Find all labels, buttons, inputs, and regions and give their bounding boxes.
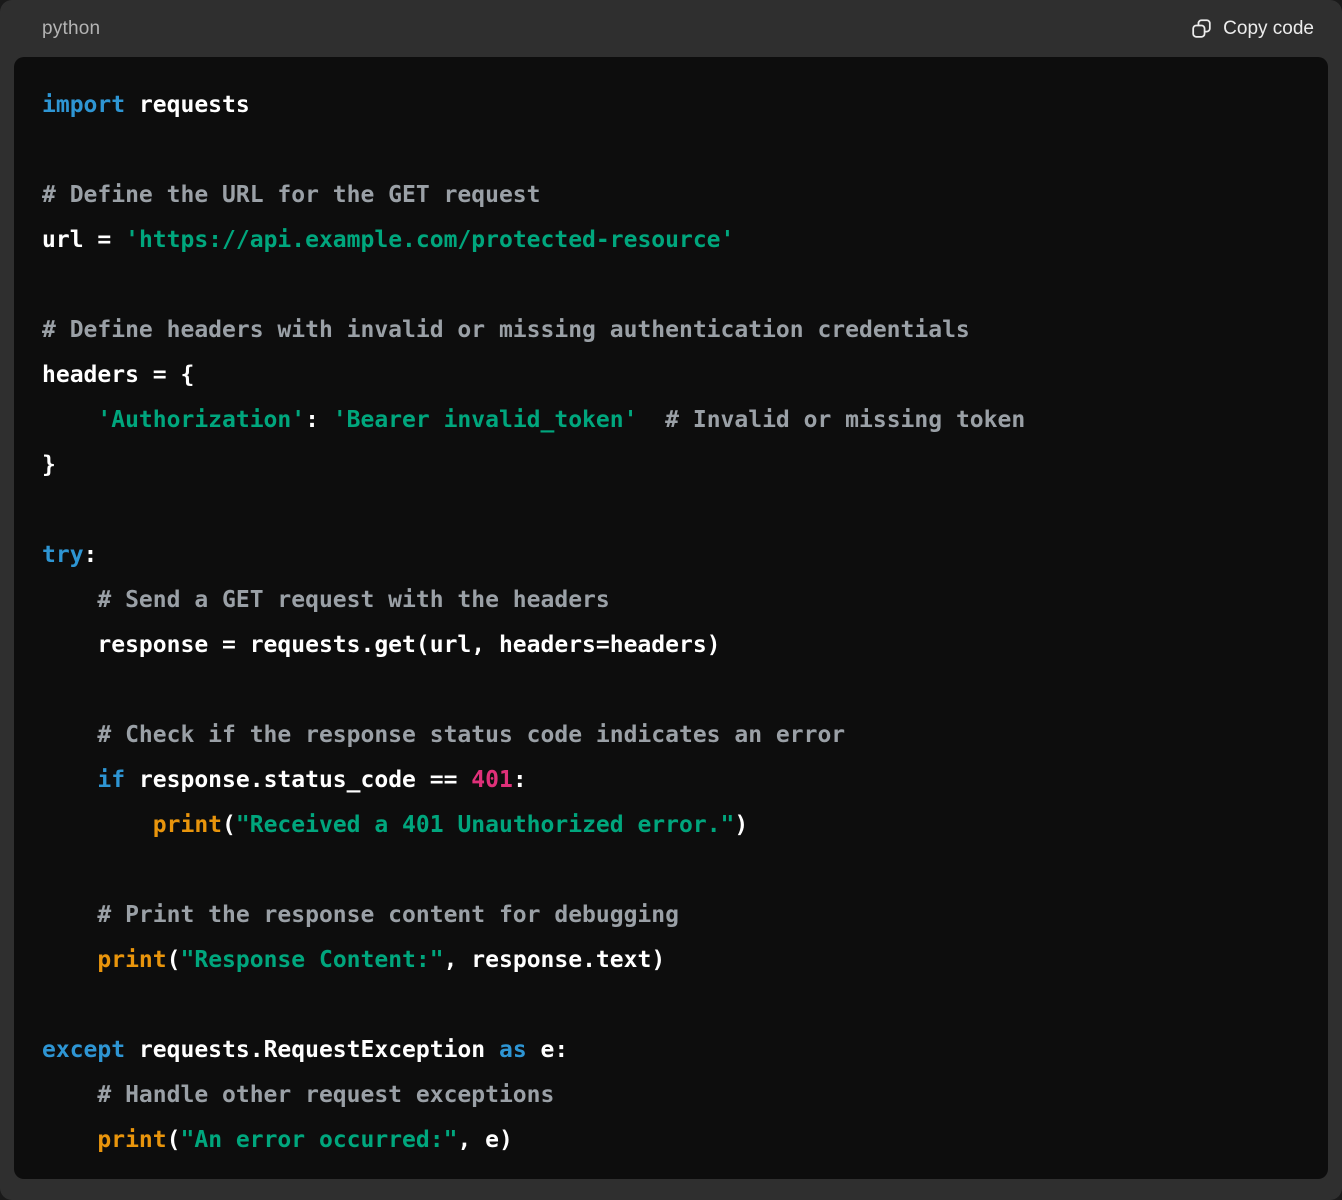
- code-area: import requests # Define the URL for the…: [14, 57, 1328, 1179]
- code-line: print("An error occurred:", e): [42, 1118, 1300, 1163]
- code-token-plain: [42, 587, 97, 613]
- code-token-keyword: try: [42, 542, 84, 568]
- code-token-keyword: import: [42, 92, 125, 118]
- code-token-plain: requests.RequestException: [125, 1037, 499, 1063]
- code-line: [42, 848, 1300, 893]
- code-token-plain: requests: [125, 92, 250, 118]
- code-line: # Define headers with invalid or missing…: [42, 308, 1300, 353]
- code-token-plain: ): [734, 812, 748, 838]
- code-token-string: "An error occurred:": [181, 1127, 458, 1153]
- code-block: python Copy code import requests # Defin…: [0, 0, 1342, 1200]
- code-line: except requests.RequestException as e:: [42, 1028, 1300, 1073]
- code-token-plain: [42, 407, 97, 433]
- code-token-string: "Response Content:": [181, 947, 444, 973]
- code-token-plain: :: [305, 407, 333, 433]
- code-line: print("Response Content:", response.text…: [42, 938, 1300, 983]
- code-token-plain: }: [42, 452, 56, 478]
- code-line: # Print the response content for debuggi…: [42, 893, 1300, 938]
- code-token-plain: :: [513, 767, 527, 793]
- code-token-comment: # Invalid or missing token: [665, 407, 1025, 433]
- code-token-plain: [637, 407, 665, 433]
- code-token-plain: (: [222, 812, 236, 838]
- code-line: [42, 668, 1300, 713]
- code-token-plain: (: [167, 1127, 181, 1153]
- language-label: python: [42, 18, 100, 40]
- code-line: # Define the URL for the GET request: [42, 173, 1300, 218]
- code-token-plain: [42, 812, 153, 838]
- code-token-plain: :: [84, 542, 98, 568]
- code-token-builtin: print: [97, 947, 166, 973]
- code-token-comment: # Print the response content for debuggi…: [97, 902, 679, 928]
- code-line: import requests: [42, 83, 1300, 128]
- code-line: [42, 263, 1300, 308]
- code-line: 'Authorization': 'Bearer invalid_token' …: [42, 398, 1300, 443]
- code-line: print("Received a 401 Unauthorized error…: [42, 803, 1300, 848]
- code-token-keyword: as: [499, 1037, 527, 1063]
- code-token-string: 'Bearer invalid_token': [333, 407, 638, 433]
- code-token-plain: [42, 1082, 97, 1108]
- code-token-string: 'https://api.example.com/protected-resou…: [125, 227, 734, 253]
- code-token-string: 'Authorization': [97, 407, 305, 433]
- code-line: [42, 128, 1300, 173]
- code-line: response = requests.get(url, headers=hea…: [42, 623, 1300, 668]
- code-block-header: python Copy code: [0, 0, 1342, 57]
- code-token-builtin: print: [97, 1127, 166, 1153]
- code-line: }: [42, 443, 1300, 488]
- code-token-plain: headers = {: [42, 362, 194, 388]
- copy-icon: [1191, 18, 1212, 39]
- code-token-comment: # Define headers with invalid or missing…: [42, 317, 970, 343]
- code-token-number: 401: [471, 767, 513, 793]
- code-token-comment: # Send a GET request with the headers: [97, 587, 609, 613]
- code-line: if response.status_code == 401:: [42, 758, 1300, 803]
- code-line: # Check if the response status code indi…: [42, 713, 1300, 758]
- code-token-comment: # Define the URL for the GET request: [42, 182, 541, 208]
- code-token-plain: [42, 947, 97, 973]
- code-token-plain: [42, 902, 97, 928]
- code-token-builtin: print: [153, 812, 222, 838]
- code-token-plain: response.status_code ==: [125, 767, 471, 793]
- code-line: try:: [42, 533, 1300, 578]
- copy-code-button[interactable]: Copy code: [1191, 18, 1314, 40]
- code-token-comment: # Handle other request exceptions: [97, 1082, 554, 1108]
- copy-code-label: Copy code: [1223, 18, 1314, 40]
- code-token-plain: , response.text): [444, 947, 666, 973]
- code-token-plain: [42, 722, 97, 748]
- code-token-plain: (: [167, 947, 181, 973]
- code-token-plain: , e): [457, 1127, 512, 1153]
- code-token-plain: url =: [42, 227, 125, 253]
- code-token-keyword: if: [97, 767, 125, 793]
- code-token-plain: [42, 767, 97, 793]
- code-line: # Send a GET request with the headers: [42, 578, 1300, 623]
- code-token-string: "Received a 401 Unauthorized error.": [236, 812, 735, 838]
- code-line: url = 'https://api.example.com/protected…: [42, 218, 1300, 263]
- code-token-plain: response = requests.get(url, headers=hea…: [42, 632, 721, 658]
- code-line: [42, 983, 1300, 1028]
- code-line: headers = {: [42, 353, 1300, 398]
- code-token-plain: e:: [527, 1037, 569, 1063]
- code-token-keyword: except: [42, 1037, 125, 1063]
- code-token-plain: [42, 1127, 97, 1153]
- code-line: # Handle other request exceptions: [42, 1073, 1300, 1118]
- code-token-comment: # Check if the response status code indi…: [97, 722, 845, 748]
- code-line: [42, 488, 1300, 533]
